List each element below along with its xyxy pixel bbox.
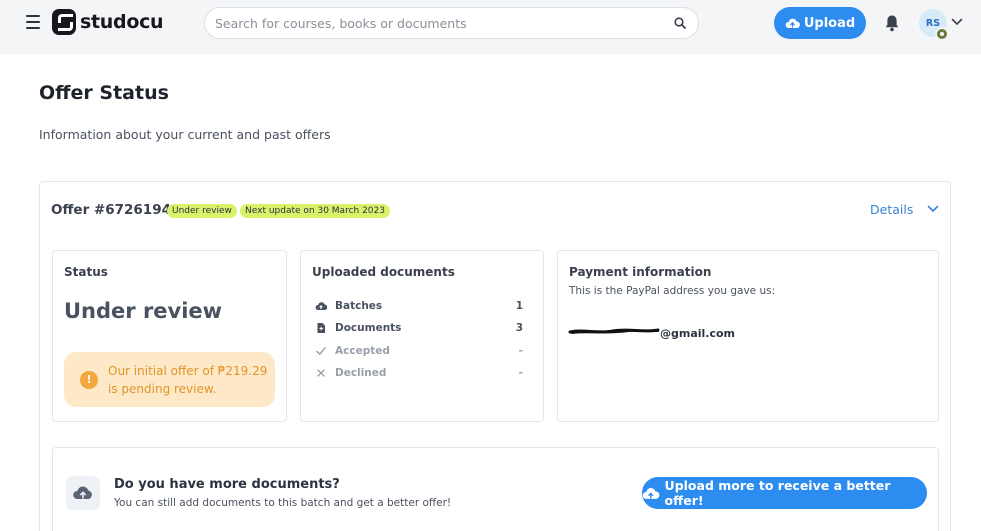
list-item-label: Declined <box>335 367 387 379</box>
check-icon <box>316 347 326 356</box>
list-item-label: Documents <box>335 322 402 334</box>
next-update-badge: Next update on 30 March 2023 <box>240 204 390 218</box>
upload-more-button[interactable]: Upload more to receive a better offer! <box>642 477 927 509</box>
x-icon <box>317 369 325 377</box>
list-item-value: 1 <box>515 300 523 312</box>
more-documents-title: Do you have more documents? <box>114 477 340 492</box>
offer-card: Offer #6726194 Under review Next update … <box>39 181 951 531</box>
bell-icon[interactable] <box>884 14 900 32</box>
upload-icon-box <box>66 476 100 510</box>
logo-mark-icon <box>52 9 76 35</box>
list-item-value: 3 <box>515 322 523 334</box>
settings-badge-icon <box>935 27 949 41</box>
more-documents-subtitle: You can still add documents to this batc… <box>114 497 452 509</box>
payment-heading: Payment information <box>569 265 712 279</box>
top-bar: studocu Search for courses, books or doc… <box>0 0 981 54</box>
status-value: Under review <box>64 299 223 323</box>
cloud-upload-icon <box>642 487 660 499</box>
documents-panel: Uploaded documents Batches 1 Documents 3… <box>300 250 544 422</box>
details-link[interactable]: Details <box>870 202 913 217</box>
status-heading: Status <box>64 265 108 279</box>
pending-notice: ! Our initial offer of ₱219.29 is pendin… <box>64 352 275 407</box>
search-placeholder: Search for courses, books or documents <box>215 16 467 31</box>
list-item-batches: Batches 1 <box>315 299 523 315</box>
paypal-email: @gmail.com <box>660 327 736 340</box>
cloud-upload-icon <box>785 18 800 28</box>
menu-icon[interactable] <box>26 15 42 29</box>
list-item-label: Batches <box>335 300 383 312</box>
more-documents-panel: Do you have more documents? You can stil… <box>52 447 939 531</box>
documents-heading: Uploaded documents <box>312 265 455 279</box>
search-input[interactable]: Search for courses, books or documents <box>204 7 699 39</box>
list-item-documents: Documents 3 <box>315 321 523 337</box>
page-subtitle: Information about your current and past … <box>39 127 331 142</box>
cloud-upload-icon <box>73 486 92 499</box>
chevron-down-icon[interactable] <box>927 205 939 213</box>
page-title: Offer Status <box>39 82 169 104</box>
logo-text: studocu <box>80 11 164 33</box>
status-panel: Status Under review ! Our initial offer … <box>52 250 287 422</box>
redaction-scribble <box>568 328 660 334</box>
list-item-value: - <box>518 345 523 357</box>
payment-subtext: This is the PayPal address you gave us: <box>569 285 776 297</box>
pending-text: Our initial offer of ₱219.29 is pending … <box>108 364 268 396</box>
upload-button[interactable]: Upload <box>774 7 866 39</box>
list-item-value: - <box>518 367 523 379</box>
upload-more-label: Upload more to receive a better offer! <box>664 478 891 508</box>
list-item-accepted: Accepted - <box>315 344 523 360</box>
payment-panel: Payment information This is the PayPal a… <box>557 250 939 422</box>
studocu-logo[interactable]: studocu <box>52 9 164 35</box>
status-badge: Under review <box>167 204 237 218</box>
chevron-down-icon[interactable] <box>951 18 963 26</box>
upload-label: Upload <box>803 15 856 31</box>
warning-icon: ! <box>80 371 98 389</box>
document-icon <box>317 323 325 333</box>
list-item-label: Accepted <box>335 345 390 357</box>
offer-title: Offer #6726194 <box>51 202 171 218</box>
cloud-upload-icon <box>315 302 327 310</box>
search-icon[interactable] <box>674 17 686 29</box>
list-item-declined: Declined - <box>315 366 523 382</box>
